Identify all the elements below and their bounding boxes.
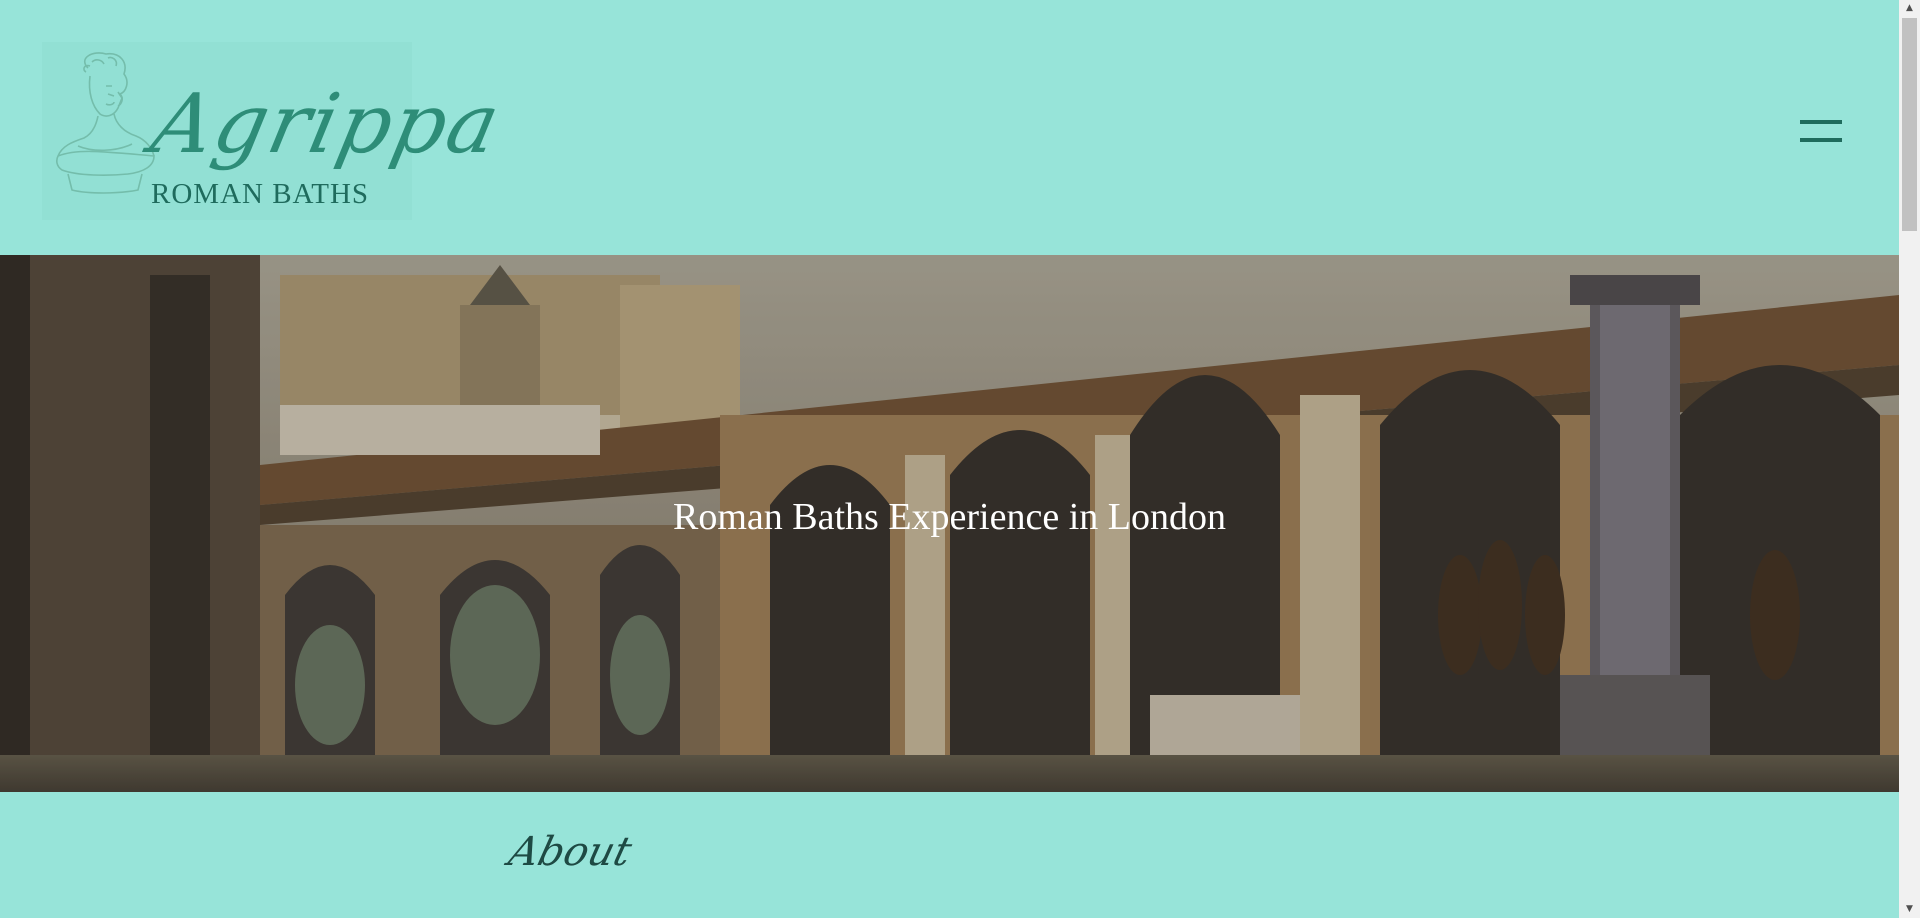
site-logo[interactable]: Agrippa ROMAN BATHS	[42, 42, 509, 220]
hero-title: Roman Baths Experience in London	[673, 496, 1226, 538]
logo-subtitle: ROMAN BATHS	[151, 178, 370, 210]
about-heading: About	[504, 829, 637, 875]
scroll-up-arrow-icon[interactable]: ▲	[1899, 0, 1920, 17]
menu-line-top	[1800, 120, 1842, 124]
site-header: Agrippa ROMAN BATHS	[0, 0, 1899, 255]
hero-banner: Roman Baths Experience in London	[0, 255, 1899, 792]
hamburger-menu-icon[interactable]	[1800, 116, 1844, 146]
page-scrollbar[interactable]: ▲ ▼	[1899, 0, 1920, 918]
roman-bust-icon	[56, 52, 155, 194]
logo-script-text: Agrippa	[144, 77, 510, 172]
scrollbar-thumb[interactable]	[1902, 18, 1917, 231]
scroll-down-arrow-icon[interactable]: ▼	[1899, 901, 1920, 918]
menu-line-bottom	[1800, 138, 1842, 142]
